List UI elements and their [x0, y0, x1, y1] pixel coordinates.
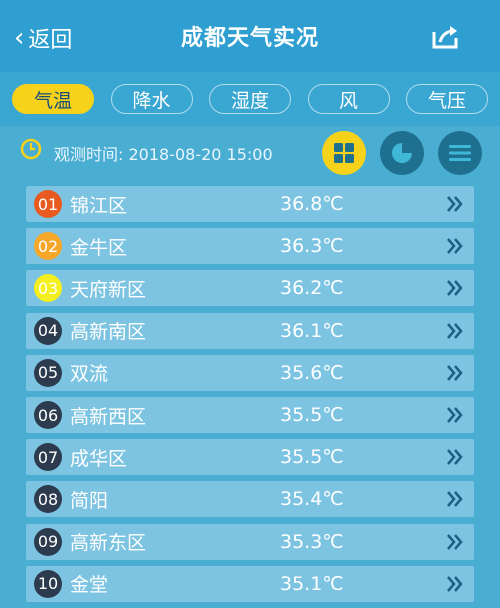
list-item[interactable]: 02 金牛区 36.3℃: [26, 228, 474, 265]
double-chevron-right-icon[interactable]: [446, 487, 464, 511]
double-chevron-right-icon[interactable]: [446, 361, 464, 385]
district-name: 高新西区: [70, 405, 147, 428]
temperature-value: 35.5℃: [280, 446, 344, 469]
double-chevron-right-icon[interactable]: [446, 403, 464, 427]
district-name: 高新南区: [70, 321, 147, 344]
rank-badge: 05: [34, 358, 62, 387]
temperature-value: 36.1℃: [280, 319, 344, 342]
tab-3[interactable]: 风: [307, 84, 390, 114]
tab-4[interactable]: 气压: [406, 84, 488, 114]
double-chevron-right-icon[interactable]: [446, 234, 464, 258]
rank-badge: 01: [34, 190, 62, 218]
rank-badge: 08: [34, 485, 62, 514]
list-item[interactable]: 06 高新西区 35.5℃: [26, 397, 474, 433]
list-item[interactable]: 10 金堂 35.1℃: [26, 565, 474, 602]
tab-2[interactable]: 湿度: [209, 84, 291, 114]
temperature-value: 35.6℃: [280, 361, 344, 384]
list-item[interactable]: 08 简阳 35.4℃: [26, 481, 474, 518]
district-name: 金堂: [70, 574, 109, 597]
district-name: 金牛区: [70, 236, 128, 259]
temperature-value: 35.4℃: [280, 488, 344, 511]
back-button[interactable]: ‹ 返回: [14, 22, 72, 54]
share-icon[interactable]: [430, 24, 460, 50]
list-item[interactable]: 09 高新东区 35.3℃: [26, 523, 474, 560]
temperature-value: 35.1℃: [280, 572, 344, 595]
temperature-value: 36.3℃: [280, 235, 344, 258]
district-name: 双流: [70, 363, 109, 386]
double-chevron-right-icon[interactable]: [446, 319, 464, 343]
district-name: 成华区: [70, 447, 128, 470]
chevron-left-icon: ‹: [14, 23, 25, 53]
tab-0[interactable]: 气温: [12, 84, 94, 114]
tab-bar: 气温 降水 湿度风气压: [0, 72, 500, 126]
rank-badge: 04: [34, 316, 62, 345]
list-item[interactable]: 03 天府新区 36.2℃: [26, 270, 474, 307]
grid-icon: [334, 143, 354, 163]
list-view-button[interactable]: [438, 131, 482, 175]
pie-chart-icon: [392, 143, 412, 163]
observation-bar: 观测时间: 2018-08-20 15:00: [0, 126, 500, 180]
rank-badge: 02: [34, 232, 62, 261]
rank-badge: 06: [34, 401, 62, 429]
grid-view-button[interactable]: [322, 131, 366, 175]
rank-badge: 09: [34, 527, 62, 556]
double-chevron-right-icon[interactable]: [446, 276, 464, 300]
header-bar: ‹ 返回 成都天气实况: [0, 0, 500, 72]
clock-icon: [20, 138, 42, 160]
tab-1[interactable]: 降水: [110, 84, 193, 114]
list-item[interactable]: 04 高新南区 36.1℃: [26, 312, 474, 349]
double-chevron-right-icon[interactable]: [446, 192, 464, 216]
observation-time: 观测时间: 2018-08-20 15:00: [54, 145, 273, 164]
list-item[interactable]: 07 成华区 35.5℃: [26, 439, 474, 476]
district-name: 锦江区: [70, 194, 128, 217]
district-name: 天府新区: [70, 278, 147, 301]
double-chevron-right-icon[interactable]: [446, 445, 464, 469]
temperature-value: 35.5℃: [280, 404, 344, 426]
rank-badge: 10: [34, 569, 62, 598]
district-name: 简阳: [70, 489, 109, 512]
list-item[interactable]: 01 锦江区 36.8℃: [26, 186, 474, 222]
list-icon: [449, 145, 471, 161]
rank-badge: 07: [34, 443, 62, 472]
page-title: 成都天气实况: [180, 26, 319, 51]
temperature-value: 35.3℃: [280, 530, 344, 553]
double-chevron-right-icon[interactable]: [446, 530, 464, 554]
pie-view-button[interactable]: [380, 131, 424, 175]
double-chevron-right-icon[interactable]: [446, 572, 464, 596]
district-name: 高新东区: [70, 532, 147, 555]
back-label: 返回: [28, 28, 73, 53]
list-item[interactable]: 05 双流 35.6℃: [26, 354, 474, 391]
rank-badge: 03: [34, 274, 62, 303]
temperature-value: 36.8℃: [280, 193, 344, 215]
temperature-value: 36.2℃: [280, 277, 344, 300]
